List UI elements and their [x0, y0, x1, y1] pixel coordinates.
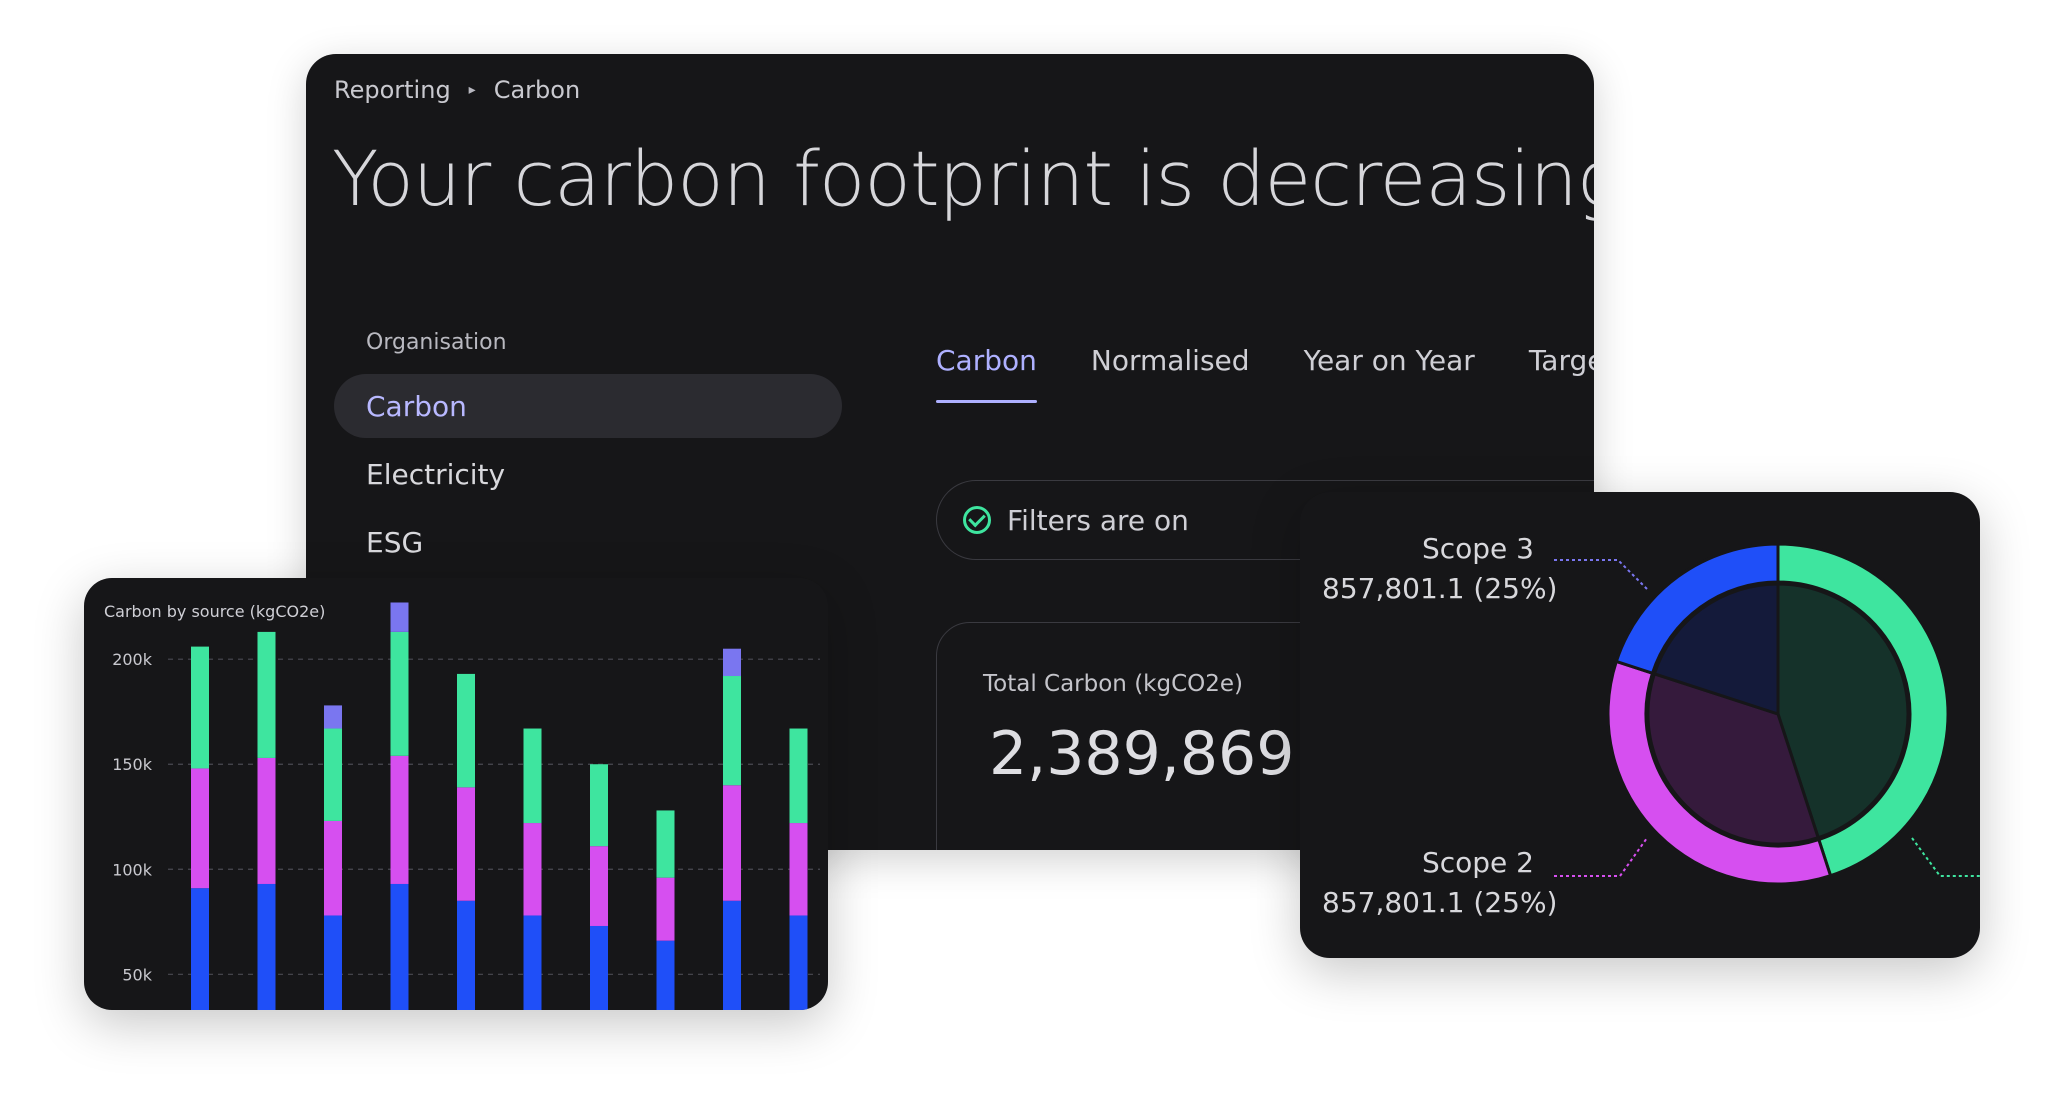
bar-segment[interactable]: [324, 820, 342, 916]
page-title: Your carbon footprint is decreasing: [332, 134, 1594, 223]
breadcrumb-current: Carbon: [493, 76, 581, 104]
leader-line: [1554, 559, 1648, 590]
y-tick-label: 50k: [122, 965, 152, 984]
y-tick-label: 150k: [112, 755, 153, 774]
bar-segment[interactable]: [257, 757, 276, 884]
carbon-by-source-chart-card: Carbon by source (kgCO2e) 200k 150k 100k 50…: [84, 578, 828, 1010]
bar-segment[interactable]: [191, 646, 209, 769]
total-carbon-value: 2,389,869.2: [989, 719, 1352, 789]
bar-segment[interactable]: [789, 915, 808, 1010]
bar-segment[interactable]: [590, 925, 608, 1010]
bar-segment[interactable]: [523, 728, 542, 824]
bar-segment[interactable]: [324, 705, 342, 729]
bar-segment[interactable]: [390, 755, 409, 884]
report-tabs: Carbon Normalised Year on Year Targe: [936, 344, 1594, 403]
sidebar-item-label: ESG: [366, 525, 424, 559]
sidebar-item-label: Carbon: [366, 389, 467, 423]
tab-targets[interactable]: Targe: [1529, 344, 1594, 403]
breadcrumb-separator-icon: ▸: [468, 82, 476, 98]
y-tick-label: 100k: [112, 860, 153, 879]
bar-segment[interactable]: [590, 764, 608, 847]
sidebar-item-carbon[interactable]: Carbon: [334, 374, 842, 438]
leader-line: [1554, 837, 1648, 877]
breadcrumb: Reporting ▸ Carbon: [334, 76, 580, 104]
bar-segment[interactable]: [390, 883, 409, 1010]
bar-segment[interactable]: [457, 900, 475, 1010]
bar-segment[interactable]: [656, 810, 675, 878]
sidebar-item-esg[interactable]: ESG: [334, 510, 842, 574]
sidebar-item-label: Electricity: [366, 457, 506, 491]
bar-segment[interactable]: [723, 648, 741, 677]
bar-segment[interactable]: [723, 676, 741, 786]
bar-segment[interactable]: [324, 915, 342, 1010]
bar-segment[interactable]: [390, 602, 409, 632]
bar-segment[interactable]: [457, 673, 475, 788]
bar-segment[interactable]: [257, 883, 276, 1010]
breadcrumb-reporting-link[interactable]: Reporting: [334, 76, 451, 104]
bar-segment[interactable]: [723, 900, 741, 1010]
bar-segment[interactable]: [723, 785, 741, 901]
check-circle-icon: [963, 506, 991, 534]
bar-segment[interactable]: [523, 915, 542, 1010]
total-carbon-label: Total Carbon (kgCO2e): [983, 671, 1244, 697]
bar-segment[interactable]: [789, 823, 808, 916]
bar-segment[interactable]: [324, 728, 342, 821]
sidebar-item-electricity[interactable]: Electricity: [334, 442, 842, 506]
bar-segment[interactable]: [390, 631, 409, 756]
bar-segment[interactable]: [457, 787, 475, 901]
bar-segment[interactable]: [523, 823, 542, 916]
bar-segment[interactable]: [590, 846, 608, 926]
tab-carbon[interactable]: Carbon: [936, 344, 1037, 403]
bar-segment[interactable]: [789, 728, 808, 824]
bar-segment[interactable]: [656, 940, 675, 1010]
sidebar-heading: Organisation: [366, 330, 507, 355]
stacked-bar-chart: 200k 150k 100k 50k: [112, 602, 820, 1010]
bar-segment[interactable]: [191, 768, 209, 889]
y-tick-label: 200k: [112, 650, 153, 669]
scope-breakdown-card: Scope 3 857,801.1 (25%) Scope 2 857,801.…: [1300, 492, 1980, 958]
tab-normalised[interactable]: Normalised: [1091, 344, 1250, 403]
tab-year-on-year[interactable]: Year on Year: [1304, 344, 1475, 403]
bar-segment[interactable]: [257, 631, 276, 758]
filters-label: Filters are on: [1007, 503, 1189, 537]
leader-line: [1911, 837, 1980, 877]
scope-donut-chart: [1554, 542, 1980, 886]
bar-segment[interactable]: [191, 888, 209, 1010]
bar-segment[interactable]: [656, 877, 675, 941]
